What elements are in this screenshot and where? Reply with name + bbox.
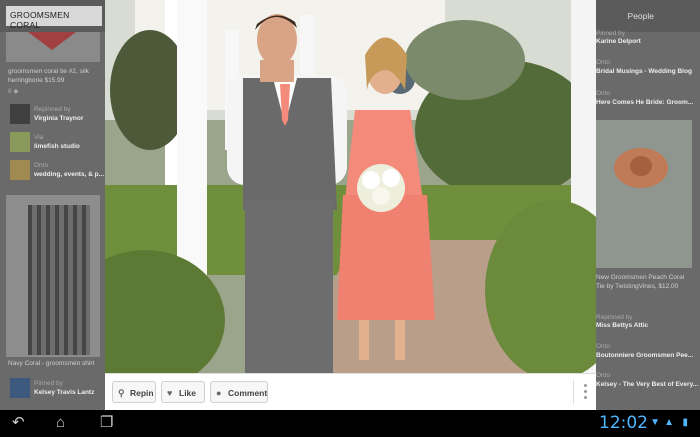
pinned-kind: Pinned by bbox=[596, 30, 625, 37]
system-nav-bar: ↶ ⌂ ❐ 12:02 ▼ ▲ ▮ bbox=[0, 410, 700, 437]
coral-tie-shape bbox=[28, 32, 76, 50]
board-name[interactable]: Bridal Musings - Wedding Blog bbox=[596, 68, 692, 75]
coral-flower-pin-image[interactable] bbox=[596, 120, 692, 268]
pin-photo[interactable] bbox=[105, 0, 596, 373]
search-text: GROOMSMEN CORAL bbox=[10, 10, 70, 30]
right-feed-column: Pinned by Karine Delport Onto Bridal Mus… bbox=[596, 30, 700, 410]
repin-name[interactable]: Miss Bettys Attic bbox=[596, 322, 648, 329]
plaid-shirt bbox=[28, 205, 90, 355]
pinner-name[interactable]: Karine Delport bbox=[596, 38, 641, 45]
avatar[interactable] bbox=[10, 104, 30, 124]
onto-kind: Onto bbox=[596, 59, 611, 66]
repin-kind: Repinned by bbox=[596, 314, 633, 321]
signal-icon: ▲ bbox=[664, 417, 674, 428]
pin-image[interactable] bbox=[6, 32, 100, 62]
home-icon[interactable]: ⌂ bbox=[56, 415, 65, 431]
back-icon[interactable]: ↶ bbox=[12, 415, 25, 431]
pin-title-line1: New Groomsmen Peach Coral bbox=[596, 274, 685, 281]
pin-title-line2: herringbone $15.99 bbox=[8, 77, 65, 84]
pin-action-bar: ⚲ Repin ♥ Like ● Comment bbox=[105, 373, 596, 410]
onto-name[interactable]: wedding, events, & p... bbox=[34, 171, 104, 178]
board-name[interactable]: Here Comes He Bride: Groom... bbox=[596, 99, 693, 106]
pin-title-line1: groomsmen coral tie #2, silk bbox=[8, 68, 89, 75]
board-name[interactable]: Boutonniere Groomsmen Pee... bbox=[596, 352, 693, 359]
wedding-photo-illustration bbox=[105, 0, 596, 373]
avatar[interactable] bbox=[10, 132, 30, 152]
divider bbox=[573, 380, 574, 404]
repin-label: Repin bbox=[130, 388, 154, 398]
overflow-menu-icon[interactable] bbox=[584, 384, 588, 400]
battery-icon: ▮ bbox=[682, 417, 688, 428]
onto-kind: Onto bbox=[596, 372, 611, 379]
pinner-name[interactable]: Kelsey Travis Lantz bbox=[34, 389, 94, 396]
like-button[interactable]: ♥ Like bbox=[161, 381, 205, 403]
like-label: Like bbox=[179, 388, 197, 398]
onto-kind: Onto bbox=[596, 90, 611, 97]
comment-button[interactable]: ● Comment bbox=[210, 381, 268, 403]
search-input[interactable]: GROOMSMEN CORAL bbox=[6, 6, 102, 30]
clock: 12:02 bbox=[599, 413, 648, 433]
speech-bubble-icon: ● bbox=[216, 388, 222, 398]
pin-title-line2: Tie by TwistingVines, $12.00 bbox=[596, 283, 679, 290]
wifi-icon: ▼ bbox=[650, 417, 660, 428]
repin-name[interactable]: Virginia Traynor bbox=[34, 115, 83, 122]
via-name[interactable]: limefish studio bbox=[34, 143, 80, 150]
onto-kind: Onto bbox=[34, 162, 49, 169]
pushpin-icon: ⚲ bbox=[118, 388, 125, 398]
left-feed-column: groomsmen coral tie #2, silk herringbone… bbox=[0, 32, 105, 410]
repin-button[interactable]: ⚲ Repin bbox=[112, 381, 156, 403]
pin-stats: 8 ◆ bbox=[8, 88, 19, 95]
avatar[interactable] bbox=[10, 378, 30, 398]
comment-label: Comment bbox=[228, 388, 268, 398]
tab-people[interactable]: People bbox=[628, 11, 654, 21]
recent-apps-icon[interactable]: ❐ bbox=[100, 415, 113, 431]
pin-title: Navy Coral - groomsmen shirt bbox=[8, 360, 95, 367]
flower-center bbox=[630, 156, 652, 176]
shirt-pin-image[interactable] bbox=[6, 195, 100, 357]
pinterest-app: GROOMSMEN CORAL People groomsmen coral t… bbox=[0, 0, 700, 410]
heart-icon: ♥ bbox=[167, 388, 173, 398]
board-name[interactable]: Kelsey - The Very Best of Every... bbox=[596, 381, 698, 388]
onto-kind: Onto bbox=[596, 343, 611, 350]
via-kind: Via bbox=[34, 134, 44, 141]
pinned-kind: Pinned by bbox=[34, 380, 63, 387]
repin-kind: Repinned by bbox=[34, 106, 71, 113]
avatar[interactable] bbox=[10, 160, 30, 180]
